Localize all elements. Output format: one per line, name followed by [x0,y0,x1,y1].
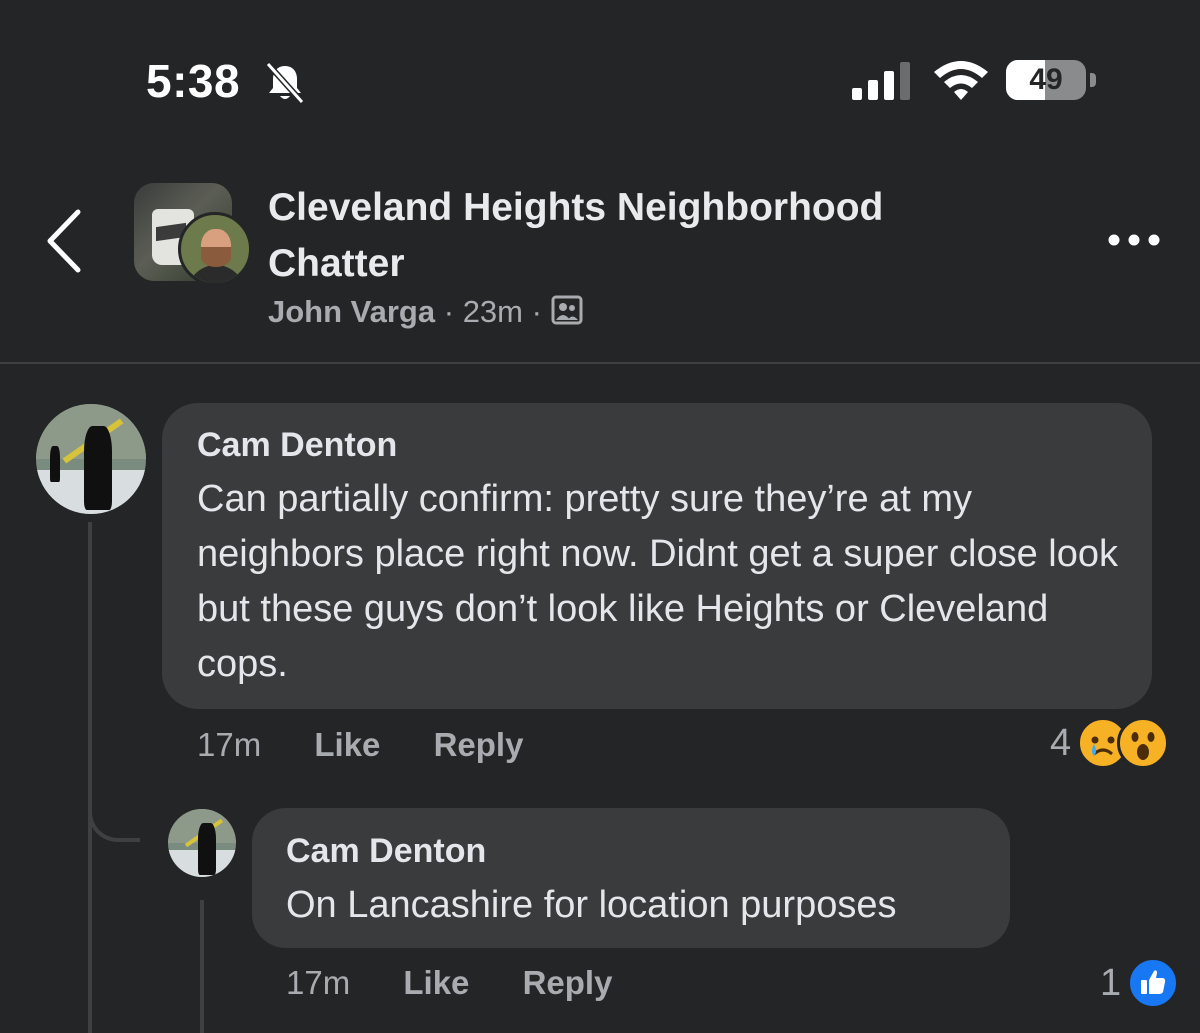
thread-line [88,522,92,1033]
battery-percentage: 49 [1029,63,1063,96]
group-name[interactable]: Cleveland Heights Neighborhood Chatter [268,180,1028,292]
reply-text: On Lancashire for location purposes [286,884,897,926]
comment-text: Can partially confirm: pretty sure they’… [197,478,1118,685]
bell-slash-icon [265,61,305,105]
commenter-avatar[interactable] [36,404,146,514]
reply-thread-line [200,900,204,1033]
like-button[interactable]: Like [314,726,380,764]
post-time: 23m [462,294,523,329]
reaction-count: 1 [1100,961,1122,1004]
reply-button[interactable]: Reply [523,964,613,1002]
status-time: 5:38 [146,55,241,107]
reaction-summary[interactable]: 1 [1100,957,1180,1009]
reaction-count: 4 [1050,721,1072,764]
wow-reaction-icon [1117,717,1170,769]
reply-time: 17m [286,964,351,1001]
reply-commenter-avatar[interactable] [168,809,236,877]
reply-actions: 17m Like Reply [286,964,612,1002]
wifi-icon [934,61,988,100]
reaction-summary[interactable]: 4 [1050,717,1170,769]
meta-separator: · [531,294,542,329]
back-chevron-icon[interactable] [44,206,86,276]
cellular-signal-icon [852,62,910,100]
comment-actions: 17m Like Reply [197,726,523,764]
meta-separator: · [443,294,455,329]
like-reaction-icon [1127,957,1180,1009]
thread-connector [88,780,140,842]
header-divider [0,362,1200,364]
reply-author[interactable]: Cam Denton [286,832,486,871]
comment-author[interactable]: Cam Denton [197,426,397,465]
post-meta: John Varga · 23m · [268,294,583,330]
reply-button[interactable]: Reply [434,726,524,764]
post-author[interactable]: John Varga [268,294,435,329]
group-privacy-icon [551,295,583,325]
more-options-icon[interactable] [1106,230,1162,250]
battery-icon: 49 [1006,60,1098,104]
like-button[interactable]: Like [403,964,469,1002]
comment-time: 17m [197,726,262,763]
author-avatar[interactable] [178,212,252,286]
